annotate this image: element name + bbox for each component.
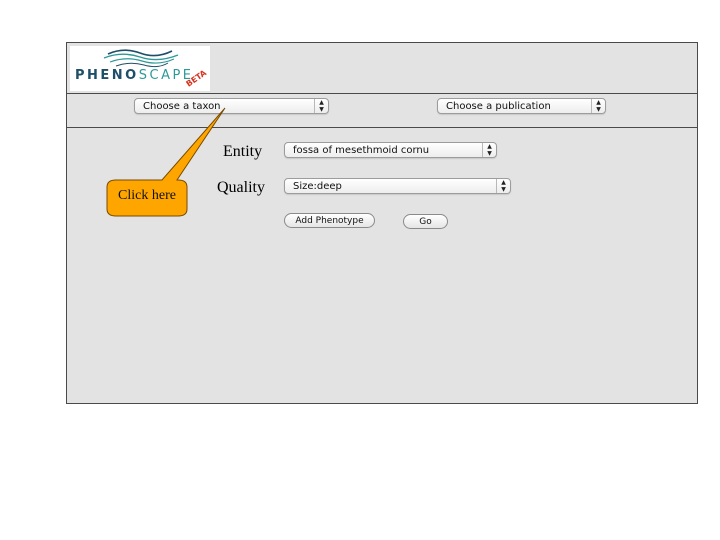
entity-select[interactable]: fossa of mesethmoid cornu ▲ ▼ [284, 142, 497, 158]
quality-select[interactable]: Size:deep ▲ ▼ [284, 178, 511, 194]
publication-select-value: Choose a publication [446, 101, 551, 112]
select-arrows-icon: ▲ ▼ [482, 143, 496, 157]
select-arrows-icon: ▲ ▼ [496, 179, 510, 193]
select-arrows-icon: ▲ ▼ [314, 99, 328, 113]
quality-label: Quality [217, 179, 265, 196]
taxon-select-value: Choose a taxon [143, 101, 221, 112]
go-button[interactable]: Go [403, 214, 448, 229]
publication-select[interactable]: Choose a publication ▲ ▼ [437, 98, 606, 114]
app-header: PHENOSCAPE BETA [67, 43, 697, 94]
add-phenotype-button[interactable]: Add Phenotype [284, 213, 375, 228]
app-window: PHENOSCAPE BETA Choose a taxon ▲ ▼ Choose… [66, 42, 698, 404]
waves-icon [103, 49, 179, 68]
entity-label: Entity [223, 143, 263, 160]
logo-wordmark: PHENOSCAPE [75, 68, 194, 83]
quality-select-value: Size:deep [293, 181, 342, 192]
callout-label: Click here [118, 188, 176, 203]
select-arrows-icon: ▲ ▼ [591, 99, 605, 113]
taxon-select[interactable]: Choose a taxon ▲ ▼ [134, 98, 329, 114]
toolbar: Choose a taxon ▲ ▼ Choose a publication ▲… [67, 94, 697, 128]
logo-word-dark: PHENO [75, 68, 139, 83]
phenoscape-logo: PHENOSCAPE BETA [70, 46, 210, 91]
entity-select-value: fossa of mesethmoid cornu [293, 145, 430, 156]
